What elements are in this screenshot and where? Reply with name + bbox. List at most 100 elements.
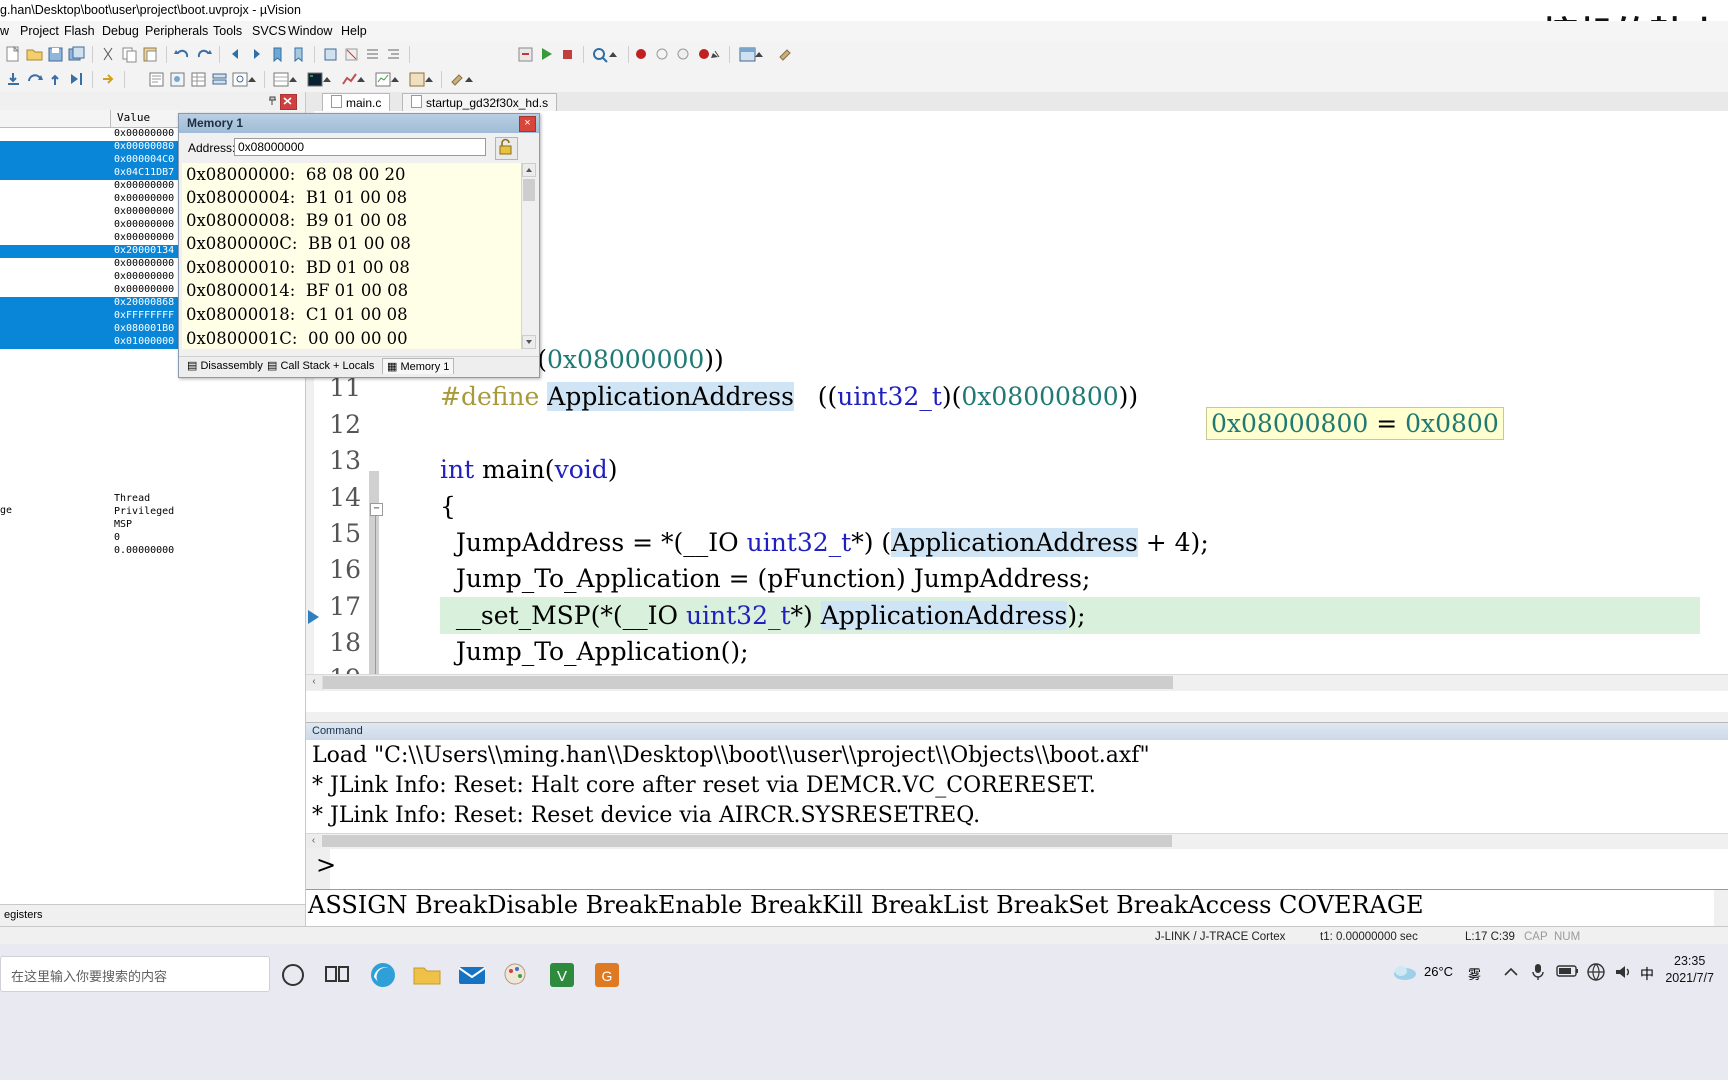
pin-icon[interactable] [266, 94, 279, 107]
weather-icon[interactable] [1392, 962, 1418, 985]
volume-icon[interactable] [1613, 962, 1633, 985]
menu-item-view[interactable]: w [0, 24, 9, 38]
suggestion-vscrollbar[interactable] [1714, 890, 1728, 928]
ime-indicator[interactable]: 中 [1640, 964, 1654, 984]
system-viewer-icon[interactable] [408, 70, 436, 89]
reset-icon[interactable] [516, 45, 535, 64]
editor-hscroll-thumb[interactable] [323, 676, 1173, 689]
scroll-left-icon[interactable]: ‹ [306, 834, 321, 848]
editor-hscrollbar[interactable]: ‹ [306, 674, 1728, 691]
insert-bookmark-icon[interactable] [321, 45, 340, 64]
close-icon[interactable]: × [519, 116, 536, 132]
analysis-window-icon[interactable] [340, 70, 368, 89]
memory-hex-dump[interactable]: 0x08000000: 68 08 00 20 0x08000004: B1 0… [182, 163, 522, 349]
zoom-tool-icon[interactable] [590, 45, 622, 64]
step-into-icon[interactable] [4, 70, 23, 89]
network-icon[interactable] [1586, 962, 1606, 985]
battery-icon[interactable] [1556, 964, 1580, 981]
command-hscroll-thumb[interactable] [322, 835, 1172, 847]
watch-window-icon[interactable] [231, 70, 259, 89]
task-view-icon[interactable] [320, 958, 354, 992]
indent-icon[interactable] [363, 45, 382, 64]
fold-toggle-icon[interactable]: − [370, 503, 383, 516]
breakpoint-icon[interactable] [632, 45, 651, 64]
menu-item-help[interactable]: Help [341, 24, 367, 38]
command-output[interactable]: Load "C:\\Users\\ming.han\\Desktop\\boot… [306, 740, 1728, 833]
step-out-icon[interactable] [46, 70, 65, 89]
save-all-icon[interactable] [67, 45, 86, 64]
edge-icon[interactable] [366, 958, 400, 992]
disassembly-window-icon[interactable] [147, 70, 166, 89]
search-input[interactable]: 在这里输入你要搜索的内容 [0, 956, 270, 992]
nav-forward-icon[interactable] [247, 45, 266, 64]
cut-icon[interactable] [99, 45, 118, 64]
clock[interactable]: 23:35 2021/7/7 [1665, 953, 1714, 987]
lock-icon[interactable] [495, 137, 518, 160]
command-hscrollbar[interactable]: ‹ [306, 833, 1728, 850]
tab-memory-1[interactable]: ▦ Memory 1 [382, 358, 455, 374]
cortana-icon[interactable] [276, 958, 310, 992]
menu-item-debug[interactable]: Debug [102, 24, 139, 38]
microphone-icon[interactable] [1530, 962, 1546, 985]
trace-window-icon[interactable] [374, 70, 402, 89]
breakpoint-disable-icon[interactable] [653, 45, 672, 64]
save-icon[interactable] [46, 45, 65, 64]
tab-startup-s[interactable]: startup_gd32f30x_hd.s [402, 93, 558, 111]
memory-vscrollbar[interactable] [521, 163, 536, 349]
new-file-icon[interactable] [4, 45, 23, 64]
paste-icon[interactable] [141, 45, 160, 64]
close-icon[interactable] [280, 94, 297, 110]
current-statement-arrow-icon [308, 610, 319, 624]
redo-icon[interactable] [194, 45, 213, 64]
tab-call-stack-locals[interactable]: ▤ Call Stack + Locals [267, 359, 374, 372]
toolbox-icon[interactable] [448, 70, 476, 89]
command-suggestion-bar[interactable]: ASSIGN BreakDisable BreakEnable BreakKil… [306, 889, 1728, 928]
registers-window-icon[interactable] [189, 70, 208, 89]
menu-item-window[interactable]: Window [288, 24, 332, 38]
tab-registers-bottom[interactable]: egisters [4, 909, 43, 921]
call-stack-icon[interactable] [210, 70, 229, 89]
menu-item-project[interactable]: Project [20, 24, 59, 38]
run-icon[interactable] [537, 45, 556, 64]
scroll-up-icon[interactable] [522, 163, 536, 177]
memory-window-icon[interactable] [272, 70, 300, 89]
command-input-row[interactable]: > [306, 849, 1728, 889]
keil-icon[interactable]: V [545, 958, 579, 992]
chevron-up-icon[interactable] [1502, 964, 1520, 983]
bookmark-next-icon[interactable] [289, 45, 308, 64]
tab-main-c[interactable]: main.c [322, 93, 391, 111]
scroll-left-icon[interactable]: ‹ [306, 675, 323, 690]
menu-item-svcs[interactable]: SVCS [252, 24, 286, 38]
menu-item-flash[interactable]: Flash [64, 24, 95, 38]
memory-window[interactable]: Memory 1 × Address: 0x08000000: 68 08 00… [178, 113, 540, 378]
breakpoint-kill-icon[interactable] [695, 45, 723, 64]
window-layout-icon[interactable] [738, 45, 766, 64]
scroll-down-icon[interactable] [522, 335, 536, 349]
tab-disassembly[interactable]: ▤ Disassembly [187, 359, 263, 372]
configure-icon[interactable] [776, 45, 795, 64]
bookmark-prev-icon[interactable] [268, 45, 287, 64]
menu-item-tools[interactable]: Tools [213, 24, 242, 38]
run-to-cursor-icon[interactable] [67, 70, 86, 89]
command-suggestions[interactable]: ASSIGN BreakDisable BreakEnable BreakKil… [308, 891, 1424, 919]
file-explorer-icon[interactable] [410, 958, 444, 992]
memory-address-input[interactable] [234, 138, 486, 156]
serial-window-icon[interactable] [306, 70, 334, 89]
memory-vscroll-thumb[interactable] [523, 179, 535, 201]
outdent-icon[interactable] [384, 45, 403, 64]
stop-icon[interactable] [558, 45, 577, 64]
show-next-statement-icon[interactable] [99, 70, 118, 89]
mail-icon[interactable] [455, 958, 489, 992]
breakpoint-disable-all-icon[interactable] [674, 45, 693, 64]
nav-back-icon[interactable] [226, 45, 245, 64]
clear-bookmarks-icon[interactable] [342, 45, 361, 64]
step-over-icon[interactable] [25, 70, 44, 89]
paint-icon[interactable] [500, 958, 534, 992]
undo-icon[interactable] [173, 45, 192, 64]
menu-item-peripherals[interactable]: Peripherals [145, 24, 208, 38]
symbols-window-icon[interactable] [168, 70, 187, 89]
app-icon[interactable]: G [590, 958, 624, 992]
open-file-icon[interactable] [25, 45, 44, 64]
copy-icon[interactable] [120, 45, 139, 64]
registers-col-register[interactable]: Register [0, 110, 111, 127]
